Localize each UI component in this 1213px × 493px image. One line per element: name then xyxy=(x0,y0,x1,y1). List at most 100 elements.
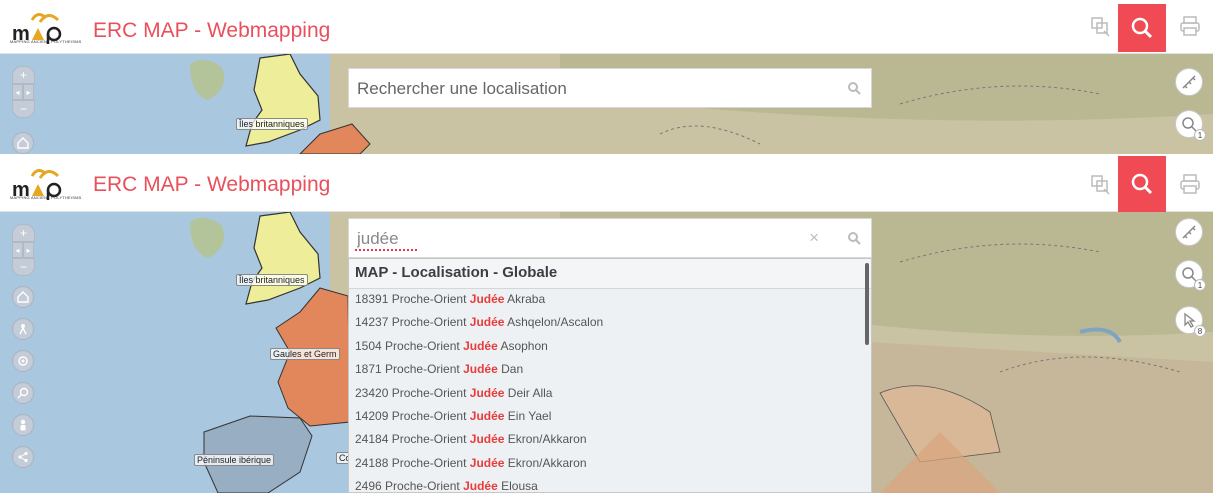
app-header: m MAPPING ANCIENT POLYTHEISMS ERC MAP - … xyxy=(0,0,1213,54)
result-prefix: 14237 xyxy=(355,315,389,330)
pan-right-button[interactable]: ▸ xyxy=(23,84,34,100)
info-query-icon xyxy=(1182,117,1197,132)
measure-tool-icon xyxy=(1091,17,1110,37)
location-target-icon xyxy=(18,356,28,366)
home-icon xyxy=(17,137,29,149)
map-label-iles: Îles britanniques xyxy=(236,274,308,286)
app-header: m MAPPING ANCIENT POLYTHEISMS ERC MAP - … xyxy=(0,156,1213,212)
result-name: Ekron/Akkaron xyxy=(507,455,587,470)
search-results-dropdown: MAP - Localisation - Globale 18391 Proch… xyxy=(348,258,872,493)
result-region: Proche-Orient xyxy=(391,292,467,306)
print-icon xyxy=(1180,16,1200,36)
result-item[interactable]: 1504 Proche-Orient Judée Asophon xyxy=(349,336,871,359)
result-region: Proche-Orient xyxy=(391,408,467,423)
info-badge: 1 xyxy=(1194,129,1206,141)
search-submit-icon[interactable] xyxy=(847,81,861,95)
home-icon xyxy=(17,291,29,303)
info-badge: 1 xyxy=(1194,279,1206,291)
result-name: Elousa xyxy=(501,479,538,493)
zoom-area-button[interactable] xyxy=(12,382,34,404)
app-title: ERC MAP - Webmapping xyxy=(93,173,331,196)
pan-right-button[interactable]: ▸ xyxy=(23,242,34,258)
print-button[interactable] xyxy=(1168,162,1212,206)
result-prefix: 1871 xyxy=(355,362,382,377)
info-query-icon xyxy=(1182,267,1197,282)
map-canvas[interactable]: Îles britanniques + ◂ ▸ − 1 xyxy=(0,54,1213,154)
measure-distance-icon xyxy=(1182,75,1196,89)
user-icon xyxy=(20,419,26,431)
screenshot-bottom: m MAPPING ANCIENT POLYTHEISMS ERC MAP - … xyxy=(0,156,1213,493)
result-item[interactable]: 14237 Proche-Orient Judée Ashqelon/Ascal… xyxy=(349,312,871,335)
select-features-button[interactable]: 8 xyxy=(1175,306,1206,337)
info-query-button[interactable]: 1 xyxy=(1175,260,1206,291)
result-name: Dan xyxy=(501,362,524,377)
search-submit-icon[interactable] xyxy=(847,231,861,245)
result-item[interactable]: 1871 Proche-Orient Judée Dan xyxy=(349,359,871,382)
clear-search-button[interactable]: × xyxy=(809,228,819,248)
measure-distance-button[interactable] xyxy=(1175,68,1203,96)
result-item[interactable]: 23420 Proche-Orient Judée Deir Alla xyxy=(349,383,871,406)
location-search-box xyxy=(348,68,872,108)
location-search-input[interactable] xyxy=(357,77,797,101)
home-button[interactable] xyxy=(12,286,34,308)
share-button[interactable] xyxy=(12,446,34,468)
result-name: Ekron/Akkaron xyxy=(507,432,587,447)
search-toggle-button[interactable] xyxy=(1118,4,1166,52)
result-prefix: 2496 xyxy=(355,479,382,493)
results-scrollbar[interactable] xyxy=(865,263,869,345)
result-match: Judée xyxy=(463,479,498,493)
result-match: Judée xyxy=(469,292,505,306)
result-region: Proche-Orient xyxy=(391,315,467,330)
print-button[interactable] xyxy=(1168,4,1212,48)
result-prefix: 1504 xyxy=(355,338,382,353)
result-prefix: 14209 xyxy=(355,408,389,423)
result-name: Asophon xyxy=(500,338,548,353)
home-button[interactable] xyxy=(12,132,34,154)
map-canvas[interactable]: Îles britanniques Gaules et Germ Péninsu… xyxy=(0,212,1213,493)
result-item[interactable]: 14209 Proche-Orient Judée Ein Yael xyxy=(349,406,871,429)
measure-distance-button[interactable] xyxy=(1175,218,1203,246)
spellcheck-underline xyxy=(355,249,417,251)
pan-left-button[interactable]: ◂ xyxy=(12,84,23,100)
search-icon xyxy=(1131,173,1153,195)
zoom-in-button[interactable]: + xyxy=(12,66,35,84)
result-item[interactable]: 24188 Proche-Orient Judée Ekron/Akkaron xyxy=(349,453,871,476)
result-match: Judée xyxy=(463,362,498,377)
result-item[interactable]: 2496 Proche-Orient Judée Elousa xyxy=(349,476,871,493)
result-region: Proche-Orient xyxy=(391,385,467,400)
result-name: Ein Yael xyxy=(507,408,552,423)
screenshot-top: m MAPPING ANCIENT POLYTHEISMS ERC MAP - … xyxy=(0,0,1213,154)
select-badge: 8 xyxy=(1194,325,1206,337)
result-match: Judée xyxy=(469,455,505,470)
result-region: Proche-Orient xyxy=(385,338,460,353)
measure-tool-icon xyxy=(1091,175,1110,195)
zoom-control: + ◂ ▸ − xyxy=(12,224,35,276)
measure-tool-button[interactable] xyxy=(1078,162,1122,206)
select-cursor-icon xyxy=(1184,312,1196,328)
user-button[interactable] xyxy=(12,414,34,436)
result-match: Judée xyxy=(469,385,505,400)
locate-button[interactable] xyxy=(12,350,34,372)
print-icon xyxy=(1180,174,1200,194)
map-label-gaules: Gaules et Germ xyxy=(270,348,340,360)
result-prefix: 24188 xyxy=(355,455,389,470)
street-view-button[interactable] xyxy=(12,318,34,340)
logo-tagline: MAPPING ANCIENT POLYTHEISMS xyxy=(10,195,82,200)
result-match: Judée xyxy=(469,408,505,423)
search-toggle-button[interactable] xyxy=(1118,156,1166,212)
zoom-out-button[interactable]: − xyxy=(12,258,35,276)
location-search-input[interactable] xyxy=(357,227,797,251)
zoom-out-button[interactable]: − xyxy=(12,100,35,118)
info-query-button[interactable]: 1 xyxy=(1175,110,1206,141)
result-name: Akraba xyxy=(507,292,546,306)
result-region: Proche-Orient xyxy=(385,362,460,377)
zoom-in-button[interactable]: + xyxy=(12,224,35,242)
pan-left-button[interactable]: ◂ xyxy=(12,242,23,258)
result-match: Judée xyxy=(469,432,505,447)
share-icon xyxy=(18,451,28,463)
map-label-peninsule: Péninsule ibérique xyxy=(194,454,275,466)
result-item[interactable]: 18391 Proche-Orient Judée Akraba xyxy=(349,289,871,312)
location-search-box: × xyxy=(348,218,872,258)
measure-tool-button[interactable] xyxy=(1078,4,1122,48)
result-item[interactable]: 24184 Proche-Orient Judée Ekron/Akkaron xyxy=(349,429,871,452)
